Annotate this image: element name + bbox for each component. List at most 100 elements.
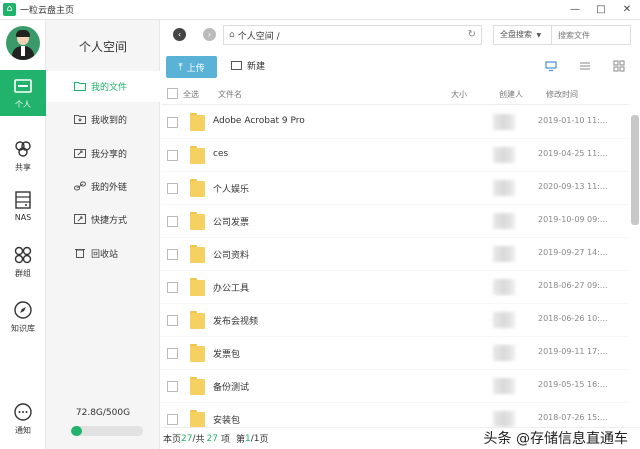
folder-icon — [190, 377, 205, 395]
rail-item-personal[interactable]: 个人 — [0, 70, 46, 116]
watermark: 头条 @存储信息直通车 — [483, 431, 628, 447]
modified-time: 2019-04-25 11:... — [538, 149, 608, 158]
creator-avatar — [493, 246, 515, 262]
avatar[interactable] — [6, 26, 40, 60]
row-checkbox[interactable] — [167, 348, 178, 359]
table-row[interactable]: Adobe Acrobat 9 Pro 2019-01-10 11:... — [161, 106, 629, 139]
monitor-icon[interactable] — [545, 60, 557, 72]
close-button[interactable]: ✕ — [614, 0, 640, 20]
row-checkbox[interactable] — [167, 282, 178, 293]
rail-item-shared[interactable]: 共享 — [0, 133, 46, 179]
rail-label: 通知 — [15, 426, 31, 435]
nav-panel: 个人空间 我的文件 我收到的 我分享的 我的外链 快捷方式 回收站 72.8G/… — [46, 20, 160, 449]
nav-item-shared-by-me[interactable]: 我分享的 — [46, 138, 160, 169]
table-row[interactable]: 公司发票 2019-10-09 09:... — [161, 205, 629, 238]
col-modified[interactable]: 修改时间 — [546, 89, 578, 100]
window-controls: — □ ✕ — [562, 0, 640, 20]
maximize-button[interactable]: □ — [588, 0, 614, 20]
nav-item-shortcuts[interactable]: 快捷方式 — [46, 204, 160, 235]
new-button[interactable]: 新建 — [231, 59, 265, 72]
nav-item-label: 快捷方式 — [91, 216, 128, 226]
nav-item-label: 我分享的 — [91, 150, 128, 160]
file-name[interactable]: 公司资料 — [213, 248, 249, 261]
row-checkbox[interactable] — [167, 414, 178, 425]
file-name[interactable]: 发票包 — [213, 347, 240, 360]
table-row[interactable]: 发布会视频 2018-06-26 10:... — [161, 304, 629, 337]
row-checkbox[interactable] — [167, 183, 178, 194]
trash-icon — [75, 249, 85, 258]
nav-item-label: 我的外链 — [91, 183, 128, 193]
path-breadcrumb[interactable]: ⌂ 个人空间 / ↻ — [223, 25, 482, 45]
file-name[interactable]: 办公工具 — [213, 281, 249, 294]
grid-view-icon[interactable] — [613, 60, 625, 72]
rail-item-groups[interactable]: 群组 — [0, 239, 46, 285]
table-row[interactable]: 备份测试 2019-05-15 16:... — [161, 370, 629, 403]
chat-icon — [14, 403, 32, 421]
creator-avatar — [493, 411, 515, 427]
table-row[interactable]: 安装包 2018-07-26 15:... — [161, 403, 629, 429]
file-name[interactable]: 公司发票 — [213, 215, 249, 228]
row-checkbox[interactable] — [167, 249, 178, 260]
rail-label: 群组 — [15, 269, 31, 278]
file-name[interactable]: 发布会视频 — [213, 314, 258, 327]
rail-item-knowledge[interactable]: 知识库 — [0, 294, 46, 340]
minimize-button[interactable]: — — [562, 0, 588, 20]
scrollbar[interactable] — [631, 115, 639, 225]
breadcrumb-path: 个人空间 / — [237, 31, 280, 42]
search-input[interactable] — [552, 25, 631, 45]
modified-time: 2018-06-26 10:... — [538, 314, 608, 323]
row-checkbox[interactable] — [167, 315, 178, 326]
footer-text: 本页 — [163, 435, 182, 445]
upload-button[interactable]: ⤒ 上传 — [166, 56, 217, 78]
file-name[interactable]: 备份测试 — [213, 380, 249, 393]
row-checkbox[interactable] — [167, 150, 178, 161]
folder-icon — [190, 344, 205, 362]
folder-icon — [74, 82, 86, 91]
back-button[interactable]: ‹ — [173, 28, 186, 41]
group-icon — [14, 246, 32, 264]
table-row[interactable]: 办公工具 2018-06-27 09:... — [161, 271, 629, 304]
file-name[interactable]: 个人娱乐 — [213, 182, 249, 195]
nav-item-received[interactable]: 我收到的 — [46, 104, 160, 135]
view-switcher — [523, 60, 625, 72]
home-icon: ⌂ — [229, 30, 235, 40]
col-size[interactable]: 大小 — [451, 89, 467, 100]
select-all-checkbox[interactable] — [167, 88, 178, 99]
table-row[interactable]: 发票包 2019-09-11 17:... — [161, 337, 629, 370]
upload-icon: ⤒ — [178, 61, 183, 73]
row-checkbox[interactable] — [167, 216, 178, 227]
modified-time: 2019-09-27 14:... — [538, 248, 608, 257]
rail-item-nas[interactable]: NAS — [0, 183, 46, 229]
table-row[interactable]: ces 2019-04-25 11:... — [161, 139, 629, 172]
nav-title: 个人空间 — [78, 40, 127, 54]
refresh-icon[interactable]: ↻ — [468, 29, 476, 40]
status-footer: 本页 27 / 共 27 项 第 1 / 1 页 头条 @存储信息直通车 — [161, 427, 640, 449]
folder-icon — [190, 179, 205, 197]
creator-avatar — [493, 213, 515, 229]
file-name[interactable]: 安装包 — [213, 413, 240, 426]
search-scope-select[interactable]: 全盘搜索 ▼ — [493, 25, 552, 45]
table-row[interactable]: 公司资料 2019-09-27 14:... — [161, 238, 629, 271]
list-view-icon[interactable] — [579, 60, 591, 72]
folder-icon — [190, 410, 205, 428]
app-logo-icon: ⌂ — [3, 3, 16, 16]
creator-avatar — [493, 114, 515, 130]
row-checkbox[interactable] — [167, 117, 178, 128]
nav-item-recycle-bin[interactable]: 回收站 — [46, 238, 160, 269]
creator-avatar — [493, 279, 515, 295]
rail-item-notifications[interactable]: 通知 — [0, 396, 46, 442]
nav-item-my-files[interactable]: 我的文件 — [46, 71, 160, 102]
table-row[interactable]: 个人娱乐 2020-09-13 11:... — [161, 172, 629, 205]
forward-button[interactable]: › — [203, 28, 216, 41]
modified-time: 2019-09-11 17:... — [538, 347, 608, 356]
footer-text: 共 — [195, 435, 205, 445]
file-name[interactable]: Adobe Acrobat 9 Pro — [213, 116, 305, 126]
col-creator[interactable]: 创建人 — [499, 89, 523, 100]
nav-item-label: 我的文件 — [91, 83, 128, 93]
folder-icon — [190, 146, 205, 164]
nav-item-my-links[interactable]: 我的外链 — [46, 171, 160, 202]
address-bar: ‹ › ⌂ 个人空间 / ↻ 全盘搜索 ▼ — [161, 20, 640, 51]
file-name[interactable]: ces — [213, 149, 228, 159]
col-name[interactable]: 文件名 — [218, 89, 242, 100]
row-checkbox[interactable] — [167, 381, 178, 392]
